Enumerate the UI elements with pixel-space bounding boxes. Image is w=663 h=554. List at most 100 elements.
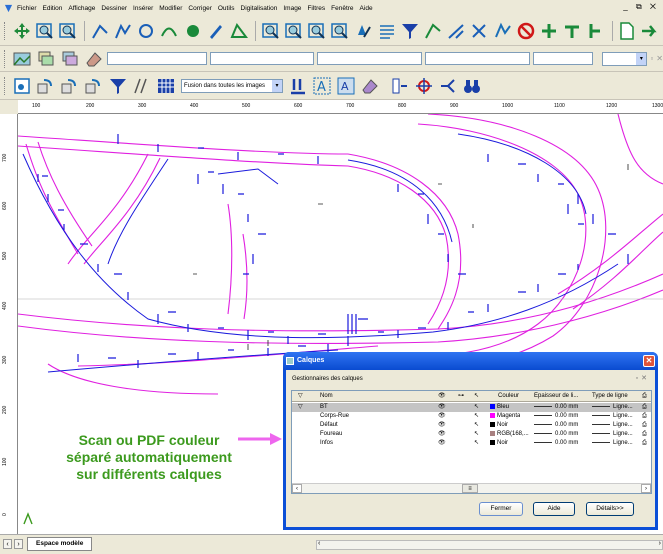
- layer-thickness[interactable]: 0.00 mm: [534, 412, 578, 421]
- zoom-previous-button[interactable]: [307, 20, 328, 42]
- menu-outils[interactable]: Outils: [218, 5, 235, 12]
- layer-linetype[interactable]: Ligne...: [592, 439, 633, 448]
- pen-tool-button[interactable]: [205, 20, 226, 42]
- line-tool-button[interactable]: [89, 20, 110, 42]
- layer-row[interactable]: Infos 👁 ↖ Noir 0.00 mm Ligne... ⎙: [292, 439, 651, 448]
- lock-column-icon[interactable]: ⊶: [458, 391, 464, 402]
- rotate-180-button[interactable]: [59, 75, 81, 97]
- menu-filtres[interactable]: Filtres: [307, 5, 325, 12]
- color-filter-button[interactable]: [107, 75, 129, 97]
- column-header-name[interactable]: Nom: [320, 391, 333, 402]
- cursor-button[interactable]: [585, 20, 606, 42]
- scroll-right-icon[interactable]: ›: [641, 484, 651, 493]
- halftone-button[interactable]: [155, 75, 177, 97]
- layer-color[interactable]: Noir: [490, 439, 508, 448]
- layer-linetype[interactable]: Ligne...: [592, 421, 633, 430]
- target-button[interactable]: [413, 75, 435, 97]
- menu-fenetre[interactable]: Fenêtre: [331, 5, 353, 12]
- eye-icon[interactable]: 👁: [438, 430, 446, 439]
- raster-button[interactable]: [11, 48, 33, 70]
- layer-linetype[interactable]: Ligne...: [592, 403, 633, 412]
- erase-button[interactable]: [515, 20, 536, 42]
- menu-modifier[interactable]: Modifier: [159, 5, 182, 12]
- layers-button[interactable]: [35, 48, 57, 70]
- menu-edition[interactable]: Edition: [43, 5, 63, 12]
- add-point-button[interactable]: [538, 20, 559, 42]
- panel-close-icon[interactable]: ✕: [656, 54, 663, 63]
- toolbar-grip[interactable]: [4, 49, 7, 68]
- details-button[interactable]: Détails>>: [586, 502, 634, 516]
- column-header-color[interactable]: Couleur: [498, 391, 519, 402]
- eye-icon[interactable]: 👁: [438, 412, 446, 421]
- zoom-in-button[interactable]: [260, 20, 281, 42]
- printer-icon[interactable]: ⎙: [642, 439, 647, 448]
- layer-thickness[interactable]: 0.00 mm: [534, 421, 578, 430]
- scroll-right-icon[interactable]: ›: [659, 540, 661, 547]
- connect-button[interactable]: [437, 75, 459, 97]
- tab-scroll-right-button[interactable]: ›: [14, 539, 23, 549]
- eye-icon[interactable]: 👁: [438, 421, 446, 430]
- pointer-icon[interactable]: ↖: [474, 421, 479, 430]
- zoom-out-button[interactable]: [284, 20, 305, 42]
- toolbar-grip[interactable]: [4, 76, 7, 95]
- visibility-column-icon[interactable]: 👁: [438, 391, 446, 402]
- layer-linetype[interactable]: Ligne...: [592, 430, 633, 439]
- menu-image[interactable]: Image: [283, 5, 301, 12]
- pointer-column-icon[interactable]: ↖: [474, 391, 479, 402]
- printer-icon[interactable]: ⎙: [642, 412, 647, 421]
- pointer-icon[interactable]: ↖: [474, 439, 479, 448]
- table-horizontal-scrollbar[interactable]: ‹ ≡ ›: [292, 483, 651, 493]
- print-column-icon[interactable]: ⎙: [642, 391, 647, 402]
- column-header-thickness[interactable]: Epaisseur de li...: [534, 391, 588, 402]
- printer-icon[interactable]: ⎙: [642, 421, 647, 430]
- zoom-extents-button[interactable]: [57, 20, 78, 42]
- menu-fichier[interactable]: Fichier: [17, 5, 37, 12]
- polyline-tool-button[interactable]: [113, 20, 134, 42]
- printer-icon[interactable]: ⎙: [642, 403, 647, 412]
- toolbar-field-3[interactable]: [317, 52, 422, 65]
- image-select-button[interactable]: [11, 75, 33, 97]
- layer-linetype[interactable]: Ligne...: [592, 412, 633, 421]
- printer-icon[interactable]: ⎙: [642, 430, 647, 439]
- layer-row[interactable]: ▽ BT 👁 ↖ Bleu 0.00 mm Ligne... ⎙: [292, 403, 651, 412]
- move-tool-button[interactable]: [11, 20, 32, 42]
- eraser-button[interactable]: [83, 48, 105, 70]
- pointer-icon[interactable]: ↖: [474, 412, 479, 421]
- zoom-window-button[interactable]: [34, 20, 55, 42]
- despeckle-button[interactable]: [131, 75, 153, 97]
- close-button[interactable]: Fermer: [479, 502, 523, 516]
- pan-button[interactable]: [353, 20, 374, 42]
- trim-button[interactable]: [423, 20, 444, 42]
- menu-digitalisation[interactable]: Digitalisation: [241, 5, 278, 12]
- scroll-thumb[interactable]: ≡: [462, 484, 478, 493]
- menu-dessiner[interactable]: Dessiner: [101, 5, 127, 12]
- toolbar-field-1[interactable]: [106, 52, 207, 65]
- cross-button[interactable]: [561, 20, 582, 42]
- dialog-close-button[interactable]: ✕: [643, 355, 655, 367]
- toolbar-combo[interactable]: ▾: [601, 51, 648, 66]
- hatch-button[interactable]: [376, 20, 397, 42]
- window-controls[interactable]: _ ⧉ ✕: [623, 2, 659, 12]
- toolbar-grip[interactable]: [4, 21, 7, 40]
- dialog-titlebar[interactable]: Calques ✕: [283, 352, 658, 370]
- binoculars-button[interactable]: [461, 75, 483, 97]
- extend-button[interactable]: [446, 20, 467, 42]
- help-button[interactable]: Aide: [533, 502, 575, 516]
- eye-icon[interactable]: 👁: [438, 439, 446, 448]
- new-document-button[interactable]: [617, 20, 638, 42]
- toolbar-field-2[interactable]: [209, 52, 315, 65]
- panel-restore-icon[interactable]: ▫: [650, 54, 653, 63]
- fill-tool-button[interactable]: [182, 20, 203, 42]
- text-style-button[interactable]: A: [335, 75, 357, 97]
- eraser-tool-button[interactable]: [359, 75, 381, 97]
- layer-thickness[interactable]: 0.00 mm: [534, 403, 578, 412]
- text-frame-button[interactable]: A: [311, 75, 333, 97]
- import-button[interactable]: [640, 20, 661, 42]
- layer-row[interactable]: Foureau 👁 ↖ RGB(168,... 0.00 mm Ligne...…: [292, 430, 651, 439]
- pointer-icon[interactable]: ↖: [474, 403, 479, 412]
- layer-row[interactable]: Défaut 👁 ↖ Noir 0.00 mm Ligne... ⎙: [292, 421, 651, 430]
- layer-color[interactable]: RGB(168,...: [490, 430, 529, 439]
- layer-thickness[interactable]: 0.00 mm: [534, 439, 578, 448]
- menu-inserer[interactable]: Insérer: [133, 5, 153, 12]
- panel-controls[interactable]: ▫✕: [636, 373, 650, 385]
